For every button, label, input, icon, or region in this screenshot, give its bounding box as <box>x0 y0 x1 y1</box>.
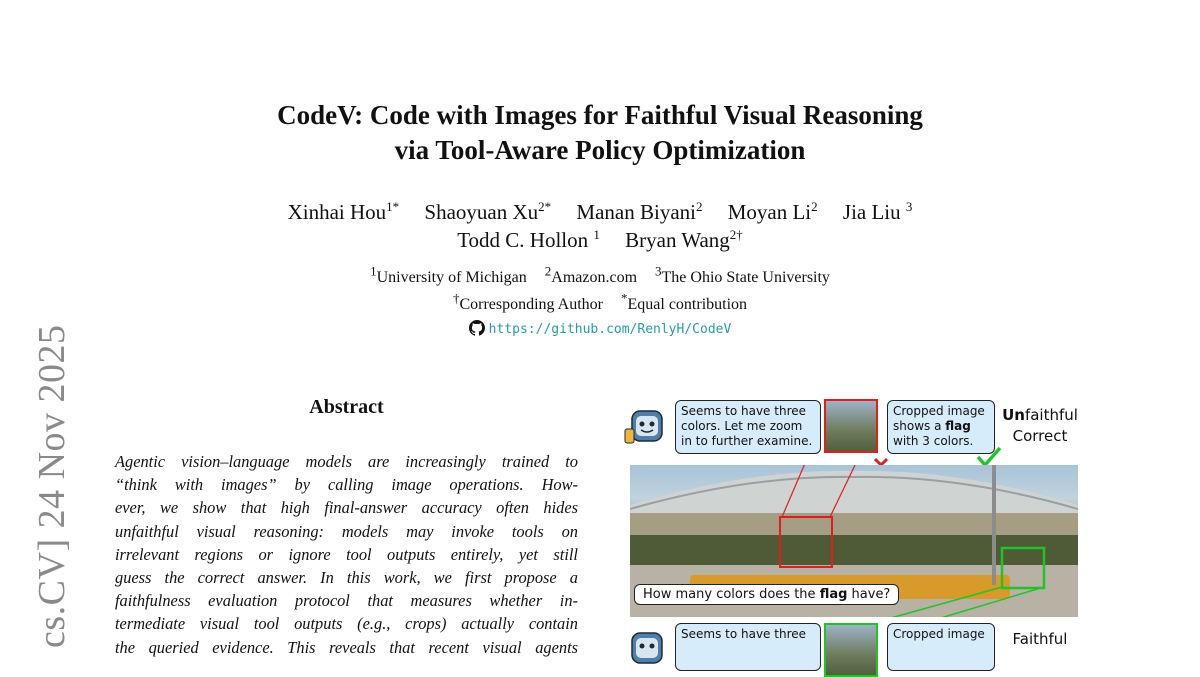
abstract-line: guess the correct answer. In this work, … <box>115 568 578 588</box>
author: Todd C. Hollon 1 <box>457 227 600 252</box>
abstract-line: faithfulness evaluation protocol that me… <box>115 591 578 611</box>
author-line-2: Todd C. Hollon 1 Bryan Wang2† <box>0 226 1200 254</box>
abstract-heading: Abstract <box>309 396 384 418</box>
title-line-1: CodeV: Code with Images for Faithful Vis… <box>277 100 923 130</box>
question-prompt: How many colors does the flag have? <box>634 584 900 605</box>
abstract-line: ever, we show that high final-answer acc… <box>115 498 578 518</box>
author-list: Xinhai Hou1* Shaoyuan Xu2* Manan Biyani2… <box>0 198 1200 254</box>
thought-bubble-top: Seems to have three colors. Let me zoom … <box>675 400 821 454</box>
abstract-line: unfaithful visual reasoning: models may … <box>115 521 578 541</box>
abstract-line: irrelevant regions or ignore tool output… <box>115 544 578 564</box>
tool-result-bottom: Cropped image <box>887 623 995 671</box>
author: Manan Biyani2 <box>576 199 703 224</box>
author: Jia Liu 3 <box>842 199 913 224</box>
arxiv-side-stamp: cs.CV] 24 Nov 2025 <box>31 324 73 648</box>
author-line-1: Xinhai Hou1* Shaoyuan Xu2* Manan Biyani2… <box>0 198 1200 226</box>
github-icon <box>468 320 485 336</box>
author: Xinhai Hou1* <box>287 199 400 224</box>
robot-agent-icon <box>624 410 663 444</box>
abstract-line: Agentic vision–language models are incre… <box>115 452 578 471</box>
author: Shaoyuan Xu2* <box>424 199 552 224</box>
repo-link[interactable]: https://github.com/RenlyH/CodeV <box>0 320 1200 337</box>
teaser-figure: Seems to have three colors. Let me zoom … <box>620 395 1090 677</box>
unfaithful-correct-label: Unfaithful Correct <box>1002 406 1078 445</box>
notes-line: †Corresponding Author *Equal contributio… <box>452 290 748 313</box>
thought-bubble-bottom: Seems to have three <box>675 623 821 671</box>
author: Bryan Wang2† <box>625 227 743 252</box>
affiliations: 1University of Michigan 2Amazon.com 3The… <box>0 264 1200 318</box>
affiliation-line: 1University of Michigan 2Amazon.com 3The… <box>370 263 830 286</box>
repo-url[interactable]: https://github.com/RenlyH/CodeV <box>489 322 732 337</box>
robot-agent-icon <box>631 632 663 664</box>
abstract-line: “think with images” by calling image ope… <box>115 475 578 495</box>
author: Moyan Li2 <box>727 199 818 224</box>
faithful-label: Faithful <box>1012 630 1068 648</box>
abstract-line: termediate visual tool outputs (e.g., cr… <box>115 614 578 634</box>
paper-title: CodeV: Code with Images for Faithful Vis… <box>0 98 1200 168</box>
crop-thumbnail-right <box>824 623 878 677</box>
crop-thumbnail-wrong <box>824 399 878 453</box>
abstract-line: the queried evidence. This reveals that … <box>115 637 578 657</box>
abstract-body: Agentic vision–language models are incre… <box>115 450 578 659</box>
title-line-2: via Tool-Aware Policy Optimization <box>394 135 806 165</box>
